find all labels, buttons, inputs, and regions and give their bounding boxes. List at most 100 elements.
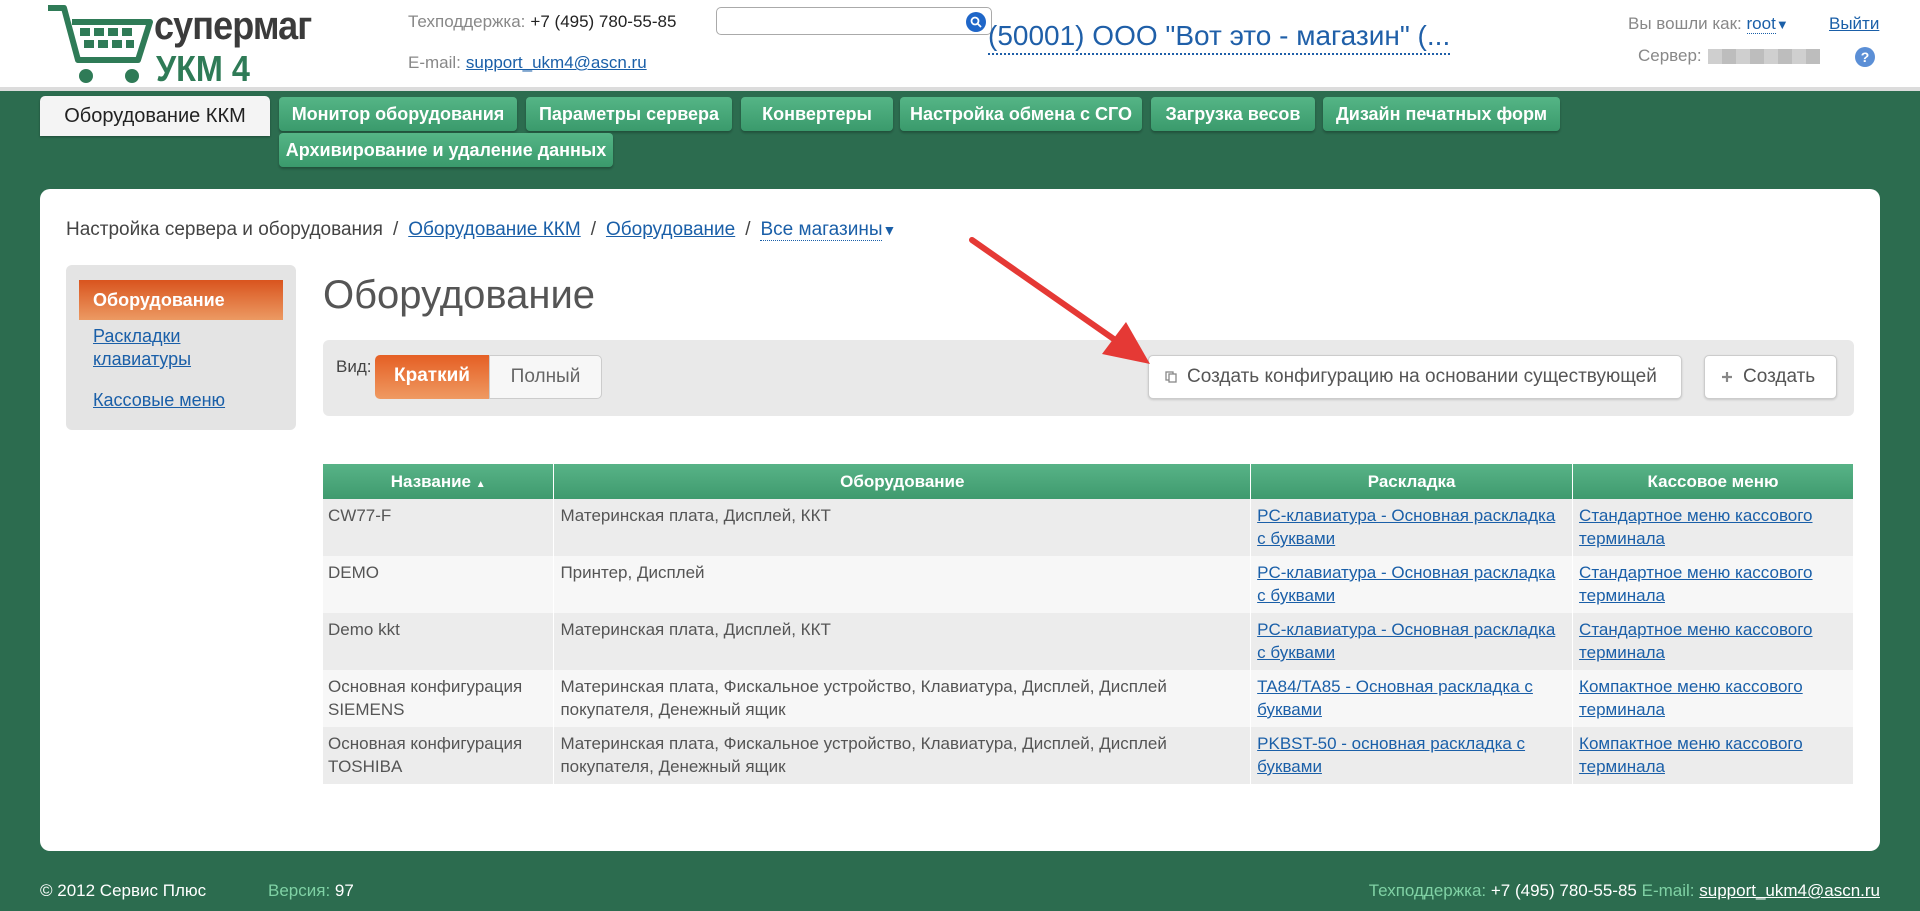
app-header: супермаг УКМ 4 Техподдержка: +7 (495) 78… xyxy=(0,0,1920,91)
footer-support: Техподдержка: +7 (495) 780-55-85 E-mail:… xyxy=(1369,881,1880,901)
cell-pos-menu: Компактное меню кассового терминала xyxy=(1572,670,1854,727)
tab-equipment-monitor[interactable]: Монитор оборудования xyxy=(279,97,517,131)
search-box xyxy=(716,7,992,35)
version-label: Версия: xyxy=(268,881,331,900)
column-header-equipment[interactable]: Оборудование xyxy=(553,464,1252,499)
layout-link[interactable]: PC-клавиатура - Основная раскладка с бук… xyxy=(1257,563,1555,605)
equipment-table: Название ▲ Оборудование Раскладка Кассов… xyxy=(323,464,1854,784)
logo-text-line1: супермаг xyxy=(154,4,312,48)
tab-sgo-exchange[interactable]: Настройка обмена с СГО xyxy=(900,97,1142,131)
create-from-existing-label: Создать конфигурацию на основании сущест… xyxy=(1187,366,1657,387)
chevron-down-icon[interactable]: ▼ xyxy=(1776,17,1789,32)
logo-text-line2: УКМ 4 xyxy=(156,48,250,89)
breadcrumb-root: Настройка сервера и оборудования xyxy=(66,219,383,240)
cell-equipment: Принтер, Дисплей xyxy=(553,556,1252,613)
cell-name: DEMO xyxy=(323,556,555,613)
cell-name: Demo kkt xyxy=(323,613,555,670)
cell-equipment: Материнская плата, Фискальное устройство… xyxy=(553,670,1252,727)
table-row[interactable]: Основная конфигурация TOSHIBA Материнска… xyxy=(323,727,1854,784)
view-label: Вид: xyxy=(336,357,372,376)
help-icon[interactable]: ? xyxy=(1855,47,1875,67)
breadcrumb: Настройка сервера и оборудования / Оборудо… xyxy=(66,219,896,241)
cell-name: CW77-F xyxy=(323,499,555,556)
cell-layout: PC-клавиатура - Основная раскладка с бук… xyxy=(1250,499,1574,556)
breadcrumb-separator: / xyxy=(590,219,596,240)
view-short-button[interactable]: Краткий xyxy=(375,355,489,399)
support-phone: Техподдержка: +7 (495) 780-55-85 xyxy=(408,11,676,32)
cell-name: Основная конфигурация TOSHIBA xyxy=(323,727,555,784)
tab-scales-loading[interactable]: Загрузка весов xyxy=(1151,97,1315,131)
cell-equipment: Материнская плата, Фискальное устройство… xyxy=(553,727,1252,784)
footer-email-link[interactable]: support_ukm4@ascn.ru xyxy=(1699,881,1880,900)
page-title: Оборудование xyxy=(323,273,596,317)
user-dropdown[interactable]: root xyxy=(1746,14,1776,34)
breadcrumb-separator: / xyxy=(745,219,751,240)
sidenav-item-equipment[interactable]: Оборудование xyxy=(79,280,283,320)
create-button[interactable]: Создать xyxy=(1704,355,1837,399)
breadcrumb-equipment[interactable]: Оборудование xyxy=(606,219,735,240)
create-from-existing-button[interactable]: Создать конфигурацию на основании сущест… xyxy=(1148,355,1682,399)
table-row[interactable]: DEMO Принтер, Дисплей PC-клавиатура - Ос… xyxy=(323,556,1854,613)
breadcrumb-kkm-equipment[interactable]: Оборудование ККМ xyxy=(408,219,580,240)
layout-link[interactable]: TA84/TA85 - Основная раскладка с буквами xyxy=(1257,677,1533,719)
footer: © 2012 Сервис Плюс Версия: 97 Техподдерж… xyxy=(0,876,1920,911)
search-input[interactable] xyxy=(721,9,957,33)
chevron-down-icon[interactable]: ▼ xyxy=(882,222,896,238)
cell-equipment: Материнская плата, Дисплей, ККТ xyxy=(553,613,1252,670)
version-value: 97 xyxy=(334,881,354,900)
layout-link[interactable]: PC-клавиатура - Основная раскладка с бук… xyxy=(1257,620,1555,662)
server-value-redacted xyxy=(1707,49,1820,65)
cell-equipment: Материнская плата, Дисплей, ККТ xyxy=(553,499,1252,556)
cell-pos-menu: Компактное меню кассового терминала xyxy=(1572,727,1854,784)
cell-pos-menu: Стандартное меню кассового терминала xyxy=(1572,499,1854,556)
column-header-layout[interactable]: Раскладка xyxy=(1250,464,1574,499)
table-row[interactable]: Demo kkt Материнская плата, Дисплей, ККТ… xyxy=(323,613,1854,670)
email-label: E-mail: xyxy=(408,53,461,72)
sidenav-item-pos-menus[interactable]: Кассовые меню xyxy=(93,389,273,412)
side-nav: Оборудование Раскладки клавиатуры Кассов… xyxy=(66,265,296,430)
annotation-arrow-icon xyxy=(969,237,1150,364)
plus-icon xyxy=(1722,372,1732,382)
store-selector[interactable]: (50001) ООО "Вот это - магазин" (... xyxy=(988,19,1451,55)
server-info: Сервер: xyxy=(1638,46,1820,66)
login-info: Вы вошли как: root▼ xyxy=(1628,14,1789,34)
breadcrumb-store-filter[interactable]: Все магазины xyxy=(760,219,883,241)
logout-link[interactable]: Выйти xyxy=(1829,14,1879,34)
view-full-button[interactable]: Полный xyxy=(489,355,602,399)
column-header-pos-menu[interactable]: Кассовое меню xyxy=(1572,464,1854,499)
breadcrumb-separator: / xyxy=(392,219,399,240)
support-label: Техподдержка: xyxy=(408,12,526,31)
support-email: E-mail: support_ukm4@ascn.ru xyxy=(408,52,647,73)
table-row[interactable]: Основная конфигурация SIEMENS Материнска… xyxy=(323,670,1854,727)
copyright: © 2012 Сервис Плюс xyxy=(40,881,207,900)
pos-menu-link[interactable]: Стандартное меню кассового терминала xyxy=(1579,563,1812,605)
tab-kkm-equipment[interactable]: Оборудование ККМ xyxy=(40,96,270,136)
sort-asc-icon: ▲ xyxy=(475,478,486,490)
cell-name: Основная конфигурация SIEMENS xyxy=(323,670,555,727)
layout-link[interactable]: PKBST-50 - основная раскладка с буквами xyxy=(1257,734,1525,776)
table-row[interactable]: CW77-F Материнская плата, Дисплей, ККТ P… xyxy=(323,499,1854,556)
cell-pos-menu: Стандартное меню кассового терминала xyxy=(1572,556,1854,613)
pos-menu-link[interactable]: Компактное меню кассового терминала xyxy=(1579,734,1803,776)
server-label: Сервер: xyxy=(1638,46,1702,65)
layout-link[interactable]: PC-клавиатура - Основная раскладка с бук… xyxy=(1257,506,1555,548)
support-phone-value: +7 (495) 780-55-85 xyxy=(530,12,677,31)
pos-menu-link[interactable]: Стандартное меню кассового терминала xyxy=(1579,620,1812,662)
column-header-name[interactable]: Название ▲ xyxy=(323,464,555,499)
pos-menu-link[interactable]: Стандартное меню кассового терминала xyxy=(1579,506,1812,548)
logo[interactable]: супермаг УКМ 4 xyxy=(46,2,312,89)
tab-print-form-design[interactable]: Дизайн печатных форм xyxy=(1323,97,1560,131)
cell-layout: PC-клавиатура - Основная раскладка с бук… xyxy=(1250,613,1574,670)
cart-logo-icon xyxy=(48,5,153,83)
tab-archiving[interactable]: Архивирование и удаление данных xyxy=(279,133,613,167)
support-email-link[interactable]: support_ukm4@ascn.ru xyxy=(466,53,647,72)
login-label: Вы вошли как: xyxy=(1628,14,1742,33)
tab-converters[interactable]: Конвертеры xyxy=(741,97,893,131)
search-icon[interactable] xyxy=(966,12,986,32)
footer-support-label: Техподдержка: xyxy=(1368,881,1487,900)
cell-pos-menu: Стандартное меню кассового терминала xyxy=(1572,613,1854,670)
pos-menu-link[interactable]: Компактное меню кассового терминала xyxy=(1579,677,1803,719)
sidenav-item-keyboard-layouts[interactable]: Раскладки клавиатуры xyxy=(93,325,273,371)
version-info: Версия: 97 xyxy=(268,881,354,901)
tab-server-params[interactable]: Параметры сервера xyxy=(526,97,732,131)
